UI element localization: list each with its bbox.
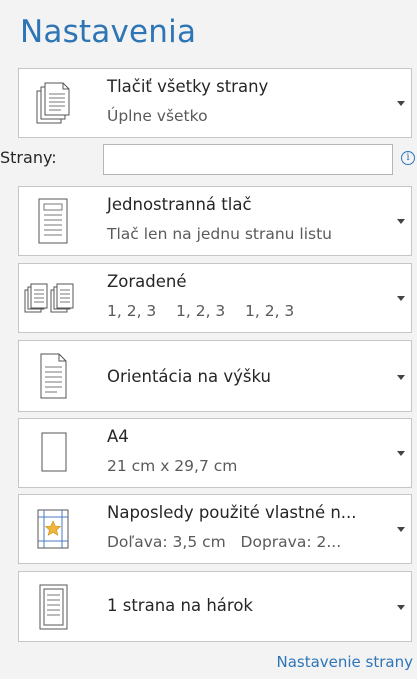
chevron-down-icon xyxy=(397,375,405,380)
pages-icon xyxy=(33,69,73,137)
orientation-title: Orientácia na výšku xyxy=(107,367,272,386)
orientation-dropdown[interactable]: Orientácia na výšku xyxy=(18,340,412,412)
chevron-down-icon xyxy=(397,101,405,106)
margins-subtitle: Doľava: 3,5 cm Doprava: 2... xyxy=(107,533,342,551)
collation-dropdown[interactable]: Zoradené 1, 2, 3 1, 2, 3 1, 2, 3 xyxy=(18,263,412,333)
print-range-title: Tlačiť všetky strany xyxy=(107,77,269,96)
print-range-dropdown[interactable]: Tlačiť všetky strany Úplne všetko xyxy=(18,68,412,138)
print-range-subtitle: Úplne všetko xyxy=(107,107,208,125)
paper-size-dropdown[interactable]: A4 21 cm x 29,7 cm xyxy=(18,418,412,488)
chevron-down-icon xyxy=(397,296,405,301)
paper-size-icon xyxy=(33,419,73,487)
pages-input[interactable] xyxy=(103,144,393,175)
collation-title: Zoradené xyxy=(107,272,187,291)
page-title: Nastavenia xyxy=(20,14,197,50)
pages-per-sheet-title: 1 strana na hárok xyxy=(107,596,253,615)
margins-title: Naposledy použité vlastné n... xyxy=(107,503,357,522)
collated-icon xyxy=(23,264,79,332)
sides-title: Jednostranná tlač xyxy=(107,195,252,214)
sides-dropdown[interactable]: Jednostranná tlač Tlač len na jednu stra… xyxy=(18,186,412,256)
portrait-icon xyxy=(33,341,73,411)
pages-per-sheet-icon xyxy=(33,572,73,641)
collation-subtitle: 1, 2, 3 1, 2, 3 1, 2, 3 xyxy=(107,302,295,320)
sides-subtitle: Tlač len na jednu stranu listu xyxy=(107,225,333,243)
info-icon[interactable]: i xyxy=(401,151,415,165)
chevron-down-icon xyxy=(397,451,405,456)
margins-dropdown[interactable]: Naposledy použité vlastné n... Doľava: 3… xyxy=(18,494,412,564)
pages-label: Strany: xyxy=(0,148,57,167)
chevron-down-icon xyxy=(397,605,405,610)
paper-size-subtitle: 21 cm x 29,7 cm xyxy=(107,457,238,475)
pages-per-sheet-dropdown[interactable]: 1 strana na hárok xyxy=(18,571,412,642)
page-setup-link[interactable]: Nastavenie strany xyxy=(276,653,413,671)
margins-icon xyxy=(33,495,73,563)
paper-size-title: A4 xyxy=(107,427,129,446)
chevron-down-icon xyxy=(397,527,405,532)
chevron-down-icon xyxy=(397,219,405,224)
single-sided-icon xyxy=(33,187,73,255)
